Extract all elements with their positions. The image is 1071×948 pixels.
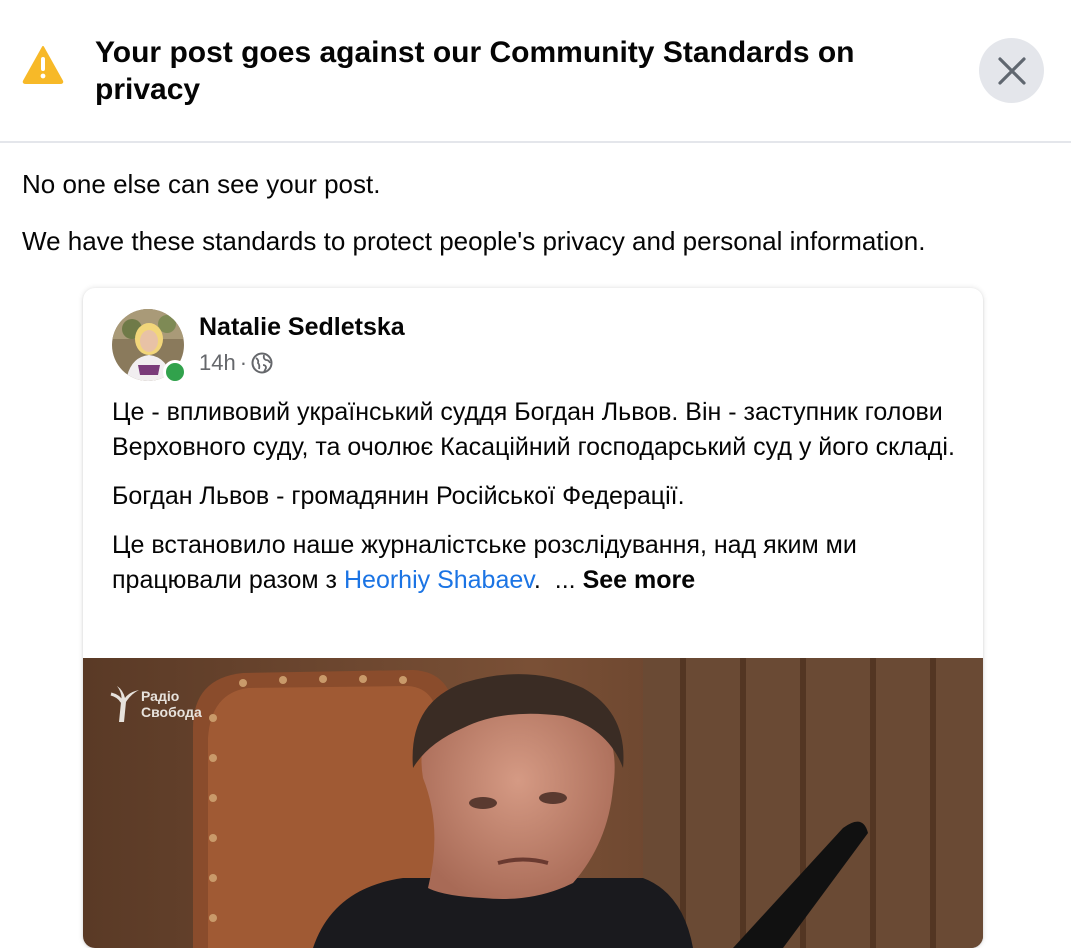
close-icon [997, 56, 1026, 85]
mention-link[interactable]: Heorhiy Shabaev [344, 566, 534, 594]
truncation-ellipsis: ... [554, 566, 576, 594]
watermark-line-1: Радіо [141, 688, 180, 704]
post-timestamp[interactable]: 14h [199, 348, 236, 378]
paragraph-3-end: . [533, 566, 541, 594]
dialog-header: Your post goes against our Community Sta… [0, 0, 1071, 143]
post-preview-card: Natalie Sedletska 14h · Це - впливовий у… [83, 288, 983, 948]
close-button[interactable] [979, 38, 1044, 103]
post-paragraph-2: Богдан Львов - громадянин Російської Фед… [112, 482, 685, 510]
globe-icon [251, 352, 273, 374]
post-paragraph-1: Це - впливовий український суддя Богдан … [112, 398, 955, 461]
image-watermark: Радіо Свобода [141, 688, 202, 720]
dialog-title: Your post goes against our Community Sta… [95, 36, 855, 106]
post-paragraph-3: Це встановило наше журналістське розслід… [112, 528, 962, 598]
post-body: Це - впливовий український суддя Богдан … [112, 395, 962, 612]
post-meta: 14h · [199, 348, 273, 378]
watermark-line-2: Свобода [141, 704, 202, 720]
meta-separator: · [239, 350, 248, 375]
post-image[interactable]: Радіо Свобода [83, 658, 983, 948]
radio-svoboda-logo-icon [110, 686, 139, 722]
standards-message: We have these standards to protect peopl… [22, 226, 926, 256]
post-author-name[interactable]: Natalie Sedletska [199, 312, 405, 342]
visibility-message: No one else can see your post. [22, 169, 381, 199]
online-status-indicator [163, 360, 187, 384]
warning-icon [22, 46, 64, 84]
see-more-link[interactable]: See more [583, 566, 696, 594]
